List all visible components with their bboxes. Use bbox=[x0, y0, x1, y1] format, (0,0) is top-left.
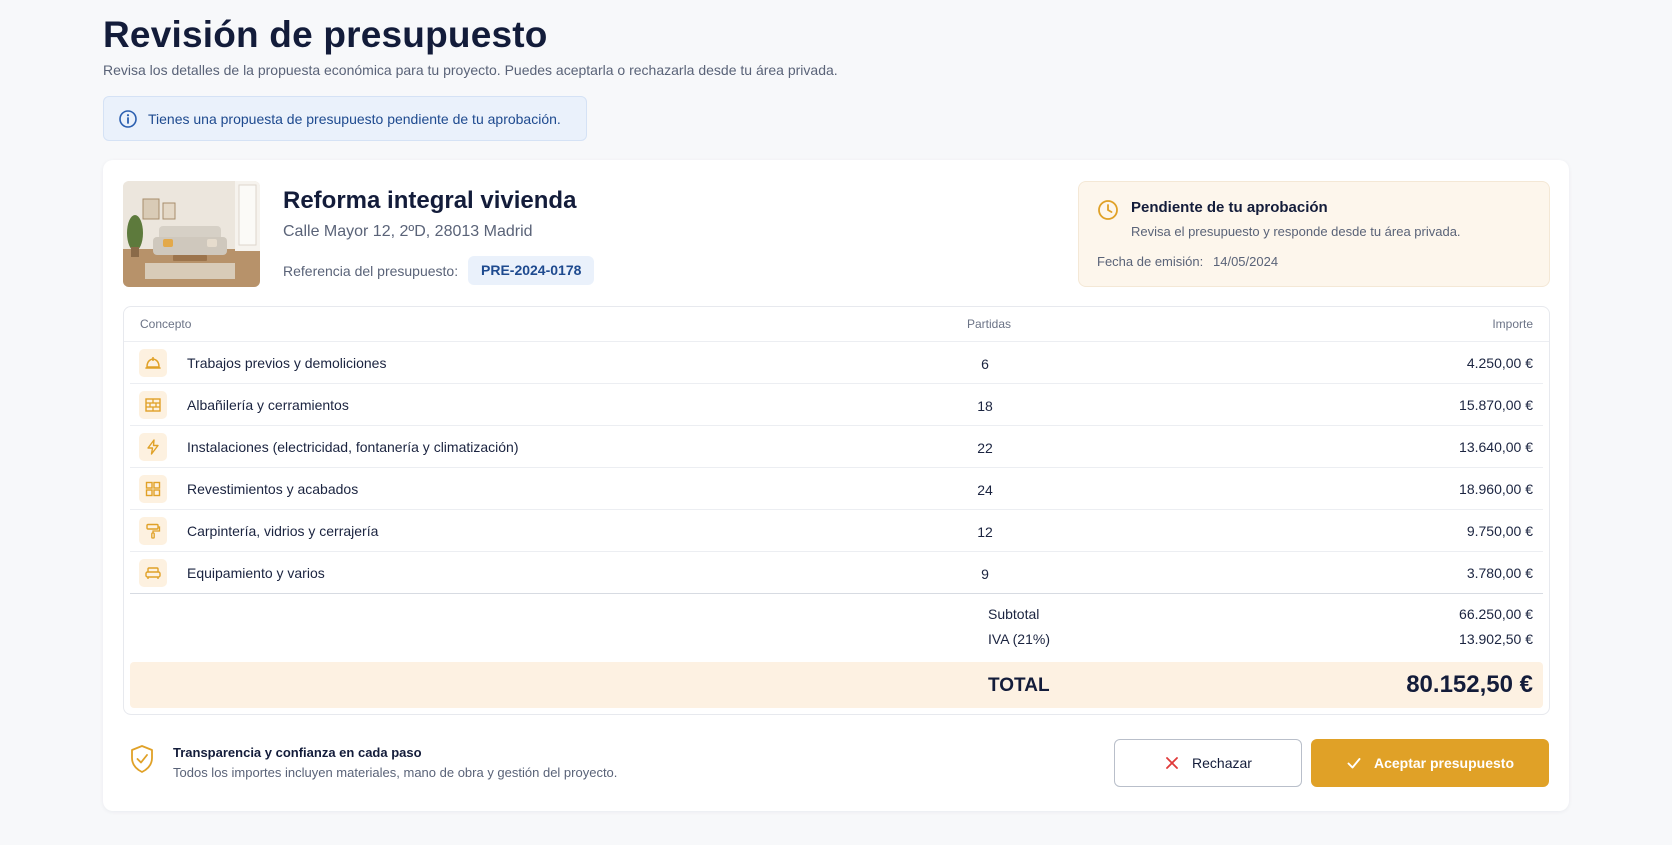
issue-date-label: Fecha de emisión: bbox=[1097, 254, 1204, 269]
shield-check-icon bbox=[131, 745, 153, 773]
reject-button[interactable]: Rechazar bbox=[1114, 739, 1302, 787]
row-concept: Carpintería, vidrios y cerrajería bbox=[187, 523, 379, 539]
reference-label: Referencia del presupuesto: bbox=[283, 263, 459, 279]
page-title: Revisión de presupuesto bbox=[103, 14, 548, 55]
page-subtitle: Revisa los detalles de la propuesta econ… bbox=[103, 62, 838, 78]
tiles-icon bbox=[139, 475, 167, 503]
row-items-value: 9 bbox=[981, 566, 989, 582]
project-title: Reforma integral vivienda bbox=[283, 187, 577, 214]
trust-description: Todos los importes incluyen materiales, … bbox=[173, 765, 618, 780]
info-banner: Tienes una propuesta de presupuesto pend… bbox=[103, 96, 587, 141]
row-items-value: 6 bbox=[981, 356, 989, 372]
project-address: Calle Mayor 12, 2ºD, 28013 Madrid bbox=[283, 223, 533, 240]
table-row: Equipamiento y varios 9 3.780,00 € bbox=[130, 552, 1543, 594]
info-icon bbox=[119, 109, 137, 128]
subtotal-label: Subtotal bbox=[988, 606, 1040, 622]
info-banner-text: Tienes una propuesta de presupuesto pend… bbox=[148, 110, 561, 127]
reference-badge: PRE-2024-0178 bbox=[468, 256, 595, 285]
budget-card: Reforma integral vivienda Calle Mayor 12… bbox=[103, 160, 1569, 811]
total-bar: TOTAL 80.152,50 € bbox=[130, 662, 1543, 708]
row-amount: 4.250,00 € bbox=[1466, 355, 1533, 371]
issue-date-value: 14/05/2024 bbox=[1213, 254, 1279, 269]
subtotal-value: 66.250,00 € bbox=[1459, 606, 1533, 622]
hard-hat-icon bbox=[139, 349, 167, 377]
budget-table: Concepto Partidas Importe Trabajos previ… bbox=[123, 306, 1550, 715]
total-value: 80.152,50 € bbox=[1406, 671, 1533, 698]
row-amount: 13.640,00 € bbox=[1459, 439, 1533, 455]
row-concept: Trabajos previos y demoliciones bbox=[187, 355, 387, 371]
accept-button-label: Aceptar presupuesto bbox=[1373, 755, 1515, 771]
total-label: TOTAL bbox=[988, 675, 1050, 696]
column-header-concept: Concepto bbox=[140, 317, 192, 331]
row-items-value: 22 bbox=[977, 440, 993, 456]
bricks-icon bbox=[139, 391, 167, 419]
accept-button[interactable]: Aceptar presupuesto bbox=[1311, 739, 1549, 787]
row-concept: Revestimientos y acabados bbox=[187, 481, 359, 497]
paint-roller-icon bbox=[139, 517, 167, 545]
living-room-image bbox=[123, 181, 260, 287]
status-panel: Pendiente de tu aprobación Revisa el pre… bbox=[1078, 181, 1550, 287]
vat-label: IVA (21%) bbox=[988, 631, 1050, 647]
table-row: Carpintería, vidrios y cerrajería 12 9.7… bbox=[130, 510, 1543, 552]
check-icon bbox=[1347, 758, 1361, 769]
table-row: Trabajos previos y demoliciones 6 4.250,… bbox=[130, 342, 1543, 384]
reject-button-label: Rechazar bbox=[1192, 755, 1252, 771]
row-items-value: 24 bbox=[977, 482, 993, 498]
clock-icon bbox=[1098, 200, 1118, 220]
lightning-icon bbox=[139, 433, 167, 461]
column-header-items-label: Partidas bbox=[966, 317, 1012, 331]
table-row: Instalaciones (electricidad, fontanería … bbox=[130, 426, 1543, 468]
row-amount: 15.870,00 € bbox=[1459, 397, 1533, 413]
sofa-icon bbox=[139, 559, 167, 587]
status-description: Revisa el presupuesto y responde desde t… bbox=[1131, 224, 1461, 239]
row-amount: 18.960,00 € bbox=[1459, 481, 1533, 497]
table-row: Revestimientos y acabados 24 18.960,00 € bbox=[130, 468, 1543, 510]
row-items-value: 12 bbox=[977, 524, 993, 540]
row-concept: Instalaciones (electricidad, fontanería … bbox=[187, 439, 519, 455]
close-icon bbox=[1166, 757, 1178, 769]
row-amount: 3.780,00 € bbox=[1466, 565, 1533, 581]
row-amount: 9.750,00 € bbox=[1466, 523, 1533, 539]
row-concept: Albañilería y cerramientos bbox=[187, 397, 349, 413]
column-header-amount: Importe bbox=[1492, 317, 1533, 331]
row-items-value: 18 bbox=[977, 398, 993, 414]
vat-value: 13.902,50 € bbox=[1459, 631, 1533, 647]
trust-title: Transparencia y confianza en cada paso bbox=[173, 745, 422, 760]
status-title: Pendiente de tu aprobación bbox=[1131, 199, 1328, 216]
table-row: Albañilería y cerramientos 18 15.870,00 … bbox=[130, 384, 1543, 426]
project-photo bbox=[123, 181, 260, 287]
row-concept: Equipamiento y varios bbox=[187, 565, 325, 581]
